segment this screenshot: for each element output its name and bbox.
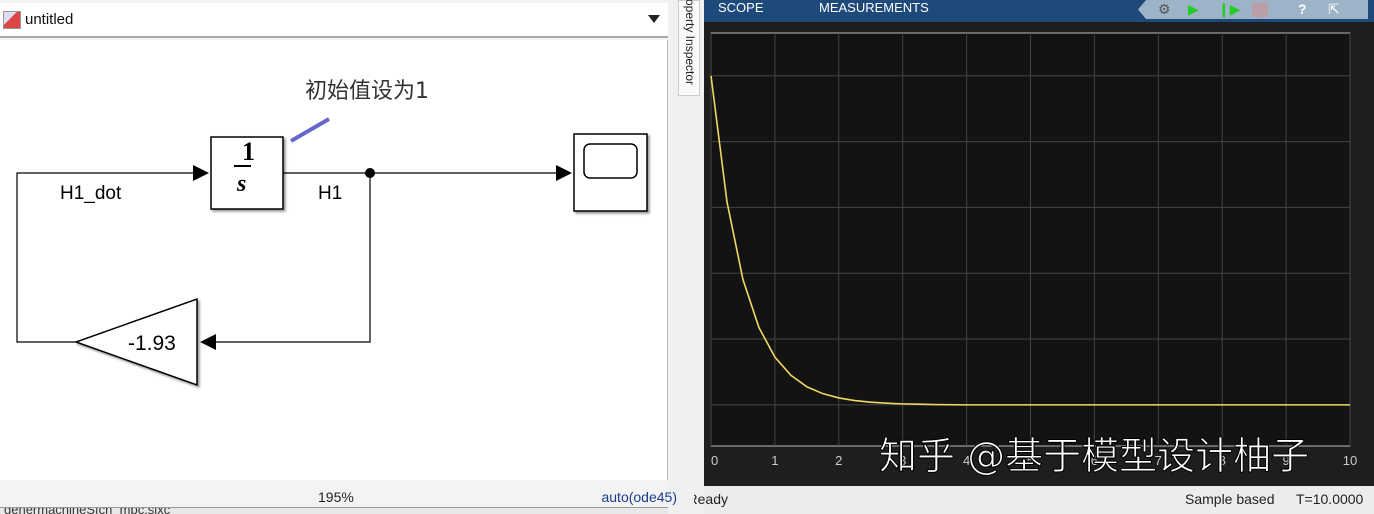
model-canvas[interactable]: 初始值设为1 1 s -1.93 H1_dot H1 (0, 40, 668, 480)
x-tick-label: 2 (835, 453, 842, 468)
svg-text:1: 1 (242, 137, 255, 166)
gain-block[interactable]: -1.93 (73, 297, 198, 387)
annotation-connector (289, 117, 331, 143)
watermark: 知乎 @基于模型设计柚子 (879, 434, 1309, 478)
chevron-down-icon[interactable] (648, 15, 660, 23)
x-tick-label: 1 (771, 453, 778, 468)
zoom-level: 195% (318, 489, 354, 505)
signal-label-h1[interactable]: H1 (318, 183, 342, 204)
signal-label-h1-dot[interactable]: H1_dot (60, 183, 122, 204)
x-tick-label: 0 (711, 453, 718, 468)
property-inspector-tab[interactable]: Property Inspector (678, 0, 700, 96)
run-icon[interactable]: ▶ (1188, 1, 1199, 18)
help-icon[interactable]: ? (1298, 1, 1307, 17)
status-time: T=10.0000 (1296, 491, 1364, 507)
settings-icon[interactable]: ⚙ (1158, 1, 1171, 18)
arrow-icon (193, 165, 209, 181)
svg-text:s: s (236, 171, 246, 197)
status-ready: Ready (694, 491, 728, 507)
model-breadcrumb[interactable]: untitled (0, 3, 668, 38)
integrator-block[interactable]: 1 s (210, 136, 284, 210)
svg-text:-1.93: -1.93 (128, 332, 176, 355)
step-forward-icon[interactable]: ❙▶ (1218, 1, 1241, 18)
stop-icon[interactable] (1252, 2, 1268, 17)
model-title: untitled (25, 11, 74, 28)
model-icon (3, 10, 21, 29)
status-mode: Sample based (1185, 491, 1275, 507)
arrow-icon (200, 334, 216, 350)
annotation-text[interactable]: 初始值设为1 (305, 79, 429, 104)
undock-icon[interactable]: ⇱ (1328, 1, 1340, 18)
tab-measurements[interactable]: MEASUREMENTS (819, 0, 929, 15)
tab-scope[interactable]: SCOPE (718, 0, 764, 15)
scope-toolstrip: SCOPE MEASUREMENTS ⚙ ▶ ❙▶ ? ⇱ (704, 0, 1374, 22)
branch-point (365, 168, 375, 178)
scope-block[interactable] (573, 133, 648, 212)
file-list-row[interactable]: genermachineSfcn_mpc.slxc (0, 507, 668, 514)
x-tick-label: 10 (1343, 453, 1357, 468)
arrow-icon (556, 165, 572, 181)
simulink-editor: untitled 初始值设为1 1 s -1.93 H1_dot H1 195%… (0, 0, 677, 514)
scope-window: SCOPE MEASUREMENTS ⚙ ▶ ❙▶ ? ⇱ 0123456789… (694, 0, 1374, 514)
status-bar: 195% auto(ode45) (0, 481, 677, 507)
solver-link[interactable]: auto(ode45) (601, 489, 677, 505)
scope-status-bar: Ready Sample based T=10.0000 (694, 486, 1374, 514)
scope-plot[interactable]: 0 1 2 3 4 5 6 7 8 9 10知乎 @基于模型设计柚子 (704, 22, 1374, 486)
